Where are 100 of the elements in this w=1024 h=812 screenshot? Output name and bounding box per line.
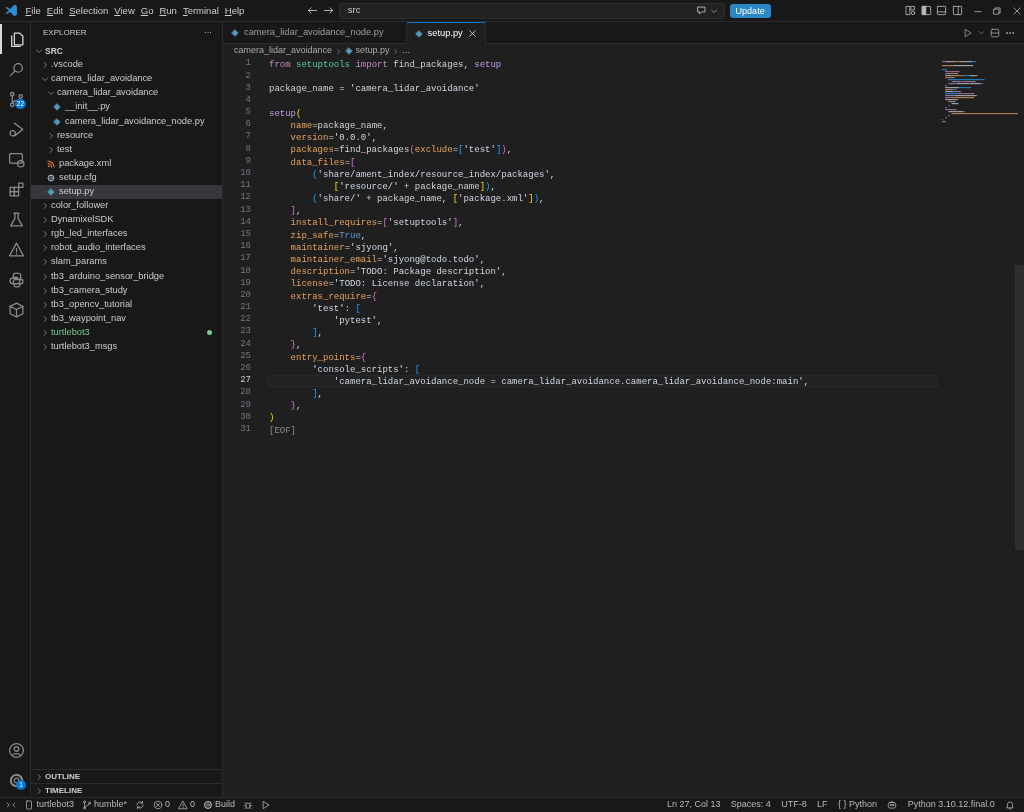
tree-item[interactable]: turtlebot3_msgs: [31, 339, 222, 355]
status-item[interactable]: humble*: [77, 798, 131, 812]
back-arrow-icon[interactable]: [307, 5, 319, 16]
code-line: install_requires=['setuptools'],: [289, 217, 465, 229]
python-file-icon: [345, 47, 354, 55]
chevron-icon: [392, 47, 400, 55]
status-item[interactable]: LF: [813, 798, 832, 812]
code-line: ['resource/' + package_name]),: [332, 180, 497, 193]
tree-item[interactable]: .vscode: [31, 58, 222, 73]
line-number: 3: [244, 81, 251, 95]
sync-icon[interactable]: [134, 800, 145, 810]
run-icon[interactable]: [963, 27, 974, 38]
tree-item[interactable]: rgb_led_interfaces: [31, 227, 222, 242]
copilot-icon[interactable]: [887, 800, 898, 810]
tree-item[interactable]: tb3_arduino_sensor_bridge: [31, 269, 222, 284]
forward-arrow-icon[interactable]: [323, 5, 335, 16]
status-item[interactable]: UTF-8: [777, 798, 811, 812]
tree-item[interactable]: setup.py: [31, 184, 222, 200]
tree-item[interactable]: tb3_camera_study: [31, 283, 222, 298]
status-item[interactable]: 0: [173, 798, 199, 812]
status-item[interactable]: Build: [198, 798, 239, 812]
gear-file-icon: [47, 173, 55, 182]
update-button[interactable]: Update: [729, 3, 771, 18]
tree-item[interactable]: camera_lidar_avoidance: [31, 86, 222, 101]
code-line: license='TODO: License declaration',: [289, 278, 487, 290]
run-icon[interactable]: [261, 800, 271, 810]
line-number: 29: [239, 398, 251, 412]
chat-icon[interactable]: [696, 5, 708, 16]
tree-item[interactable]: tb3_opencv_tutorial: [31, 297, 222, 312]
status-item[interactable]: { } Python: [834, 798, 882, 812]
restore-icon[interactable]: [992, 5, 1003, 16]
status-item[interactable]: 0: [148, 798, 174, 812]
more-actions[interactable]: ···: [204, 27, 212, 39]
tree-item[interactable]: camera_lidar_avoidance: [31, 72, 222, 87]
tree-item[interactable]: camera_lidar_avoidance_node.py: [31, 114, 222, 129]
line-number: 5: [244, 106, 251, 120]
monitor-icon: [7, 150, 25, 168]
status-item[interactable]: Spaces: 4: [726, 798, 775, 812]
code-line: maintainer='sjyong',: [289, 241, 400, 253]
close-icon[interactable]: [467, 29, 477, 38]
tree-item[interactable]: test: [31, 142, 222, 157]
status-item[interactable]: Python 3.10.12.final.0: [903, 798, 999, 812]
editor-tab[interactable]: setup.py: [406, 22, 486, 44]
line-number: 4: [244, 93, 251, 107]
menu-item[interactable]: Selection: [66, 3, 112, 18]
code-line: extras_require={: [289, 290, 379, 302]
code-line: name=package_name,: [289, 119, 389, 132]
tree-item[interactable]: __init__.py: [31, 100, 222, 115]
line-number: 25: [239, 349, 251, 363]
breadcrumb-item[interactable]: ...: [402, 44, 410, 58]
section-header[interactable]: OUTLINE: [31, 769, 222, 783]
bell-icon[interactable]: [1005, 800, 1016, 810]
menu-item[interactable]: Help: [221, 3, 248, 18]
code-line: package_name = 'camera_lidar_avoidance': [268, 83, 481, 95]
layout-icon[interactable]: [904, 5, 916, 16]
line-number: 11: [239, 179, 251, 193]
breadcrumb-item[interactable]: camera_lidar_avoidance: [234, 44, 333, 58]
tree-item[interactable]: robot_audio_interfaces: [31, 241, 222, 256]
status-item[interactable]: Ln 27, Col 13: [662, 798, 725, 812]
code-line: ],: [289, 205, 303, 217]
python-file-icon: [231, 29, 239, 37]
breadcrumb-item[interactable]: setup.py: [345, 44, 390, 58]
tree-item[interactable]: DynamixelSDK: [31, 213, 222, 228]
settings-icon: [7, 771, 25, 789]
editor-tab[interactable]: camera_lidar_avoidance_node.py: [223, 22, 407, 43]
command-center-search[interactable]: src: [338, 2, 725, 19]
code-line: description='TODO: Package description',: [289, 266, 508, 278]
tree-item[interactable]: slam_params: [31, 255, 222, 270]
code-line: 'console_scripts': [: [311, 363, 422, 375]
remote-icon[interactable]: [6, 800, 17, 810]
menu-item[interactable]: View: [111, 3, 138, 18]
extensions-icon: [7, 180, 25, 198]
menu-item[interactable]: Go: [137, 3, 157, 18]
tree-item[interactable]: color_follower: [31, 199, 222, 214]
tree-item[interactable]: turtlebot3: [31, 325, 222, 340]
toggle-secondary-sidebar-icon[interactable]: [952, 5, 964, 16]
menu-item[interactable]: Run: [156, 3, 180, 18]
tree-item[interactable]: SRC: [31, 44, 222, 59]
status-item[interactable]: turtlebot3: [20, 798, 78, 812]
toggle-panel-icon[interactable]: [936, 5, 948, 16]
menu-item[interactable]: Edit: [43, 3, 67, 18]
code-line: 'pytest',: [332, 314, 384, 327]
code-line: entry_points={: [289, 351, 368, 363]
tree-item[interactable]: tb3_waypoint_nav: [31, 311, 222, 326]
code-line: ],: [311, 388, 324, 400]
tree-item[interactable]: resource: [31, 128, 222, 143]
line-number: 2: [244, 69, 251, 83]
tree-item[interactable]: setup.cfg: [31, 170, 222, 185]
bug-icon[interactable]: [243, 800, 253, 810]
close-icon[interactable]: [1011, 5, 1022, 16]
error-icon: [152, 800, 163, 810]
menu-item[interactable]: File: [22, 3, 44, 18]
tree-item[interactable]: package.xml: [31, 156, 222, 171]
line-number: 14: [239, 215, 251, 229]
code-line: },: [289, 400, 303, 412]
search-icon: [7, 60, 25, 78]
flask-icon: [7, 210, 25, 228]
menu-item[interactable]: Terminal: [179, 3, 222, 18]
toggle-sidebar-icon[interactable]: [920, 5, 932, 16]
split-editor-icon[interactable]: [989, 27, 1000, 38]
